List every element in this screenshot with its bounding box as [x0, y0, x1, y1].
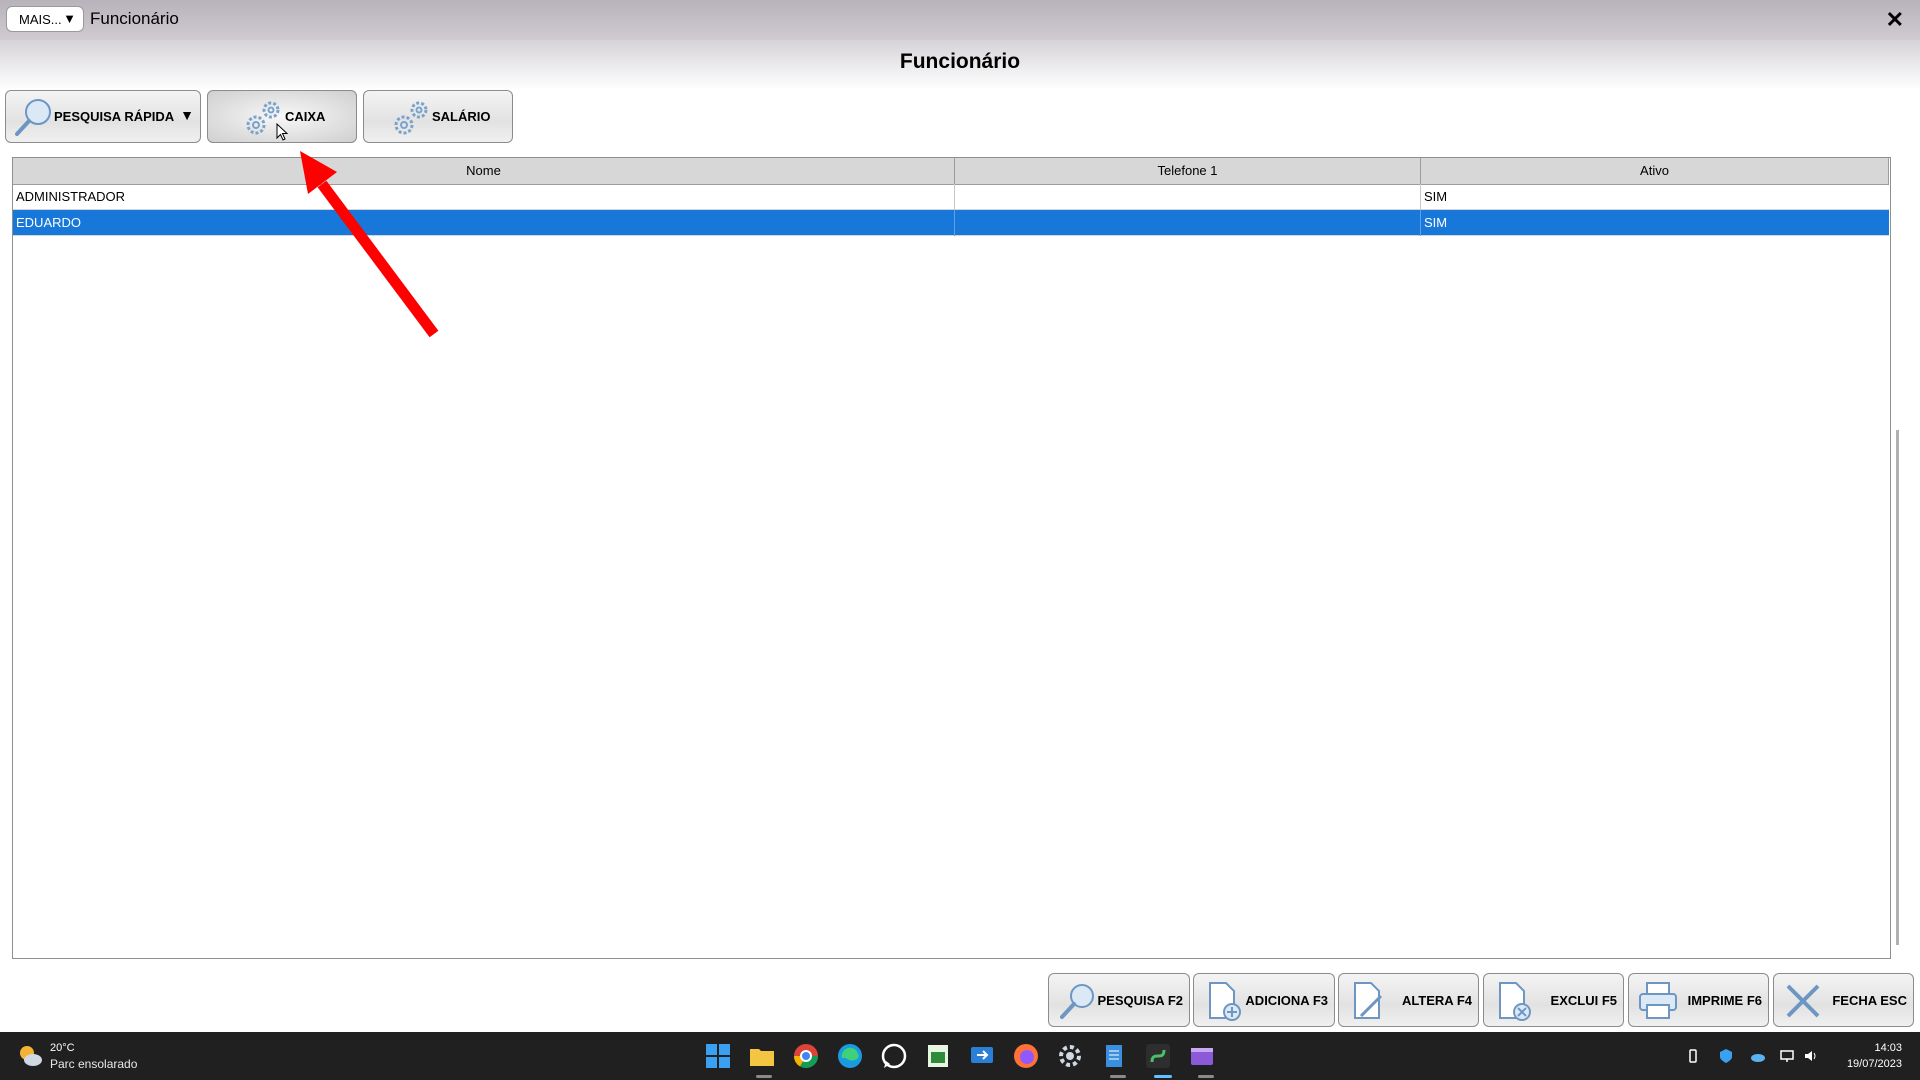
table-row-selected[interactable]: EDUARDO SIM [13, 210, 1889, 236]
remote-app-icon[interactable] [968, 1042, 996, 1070]
chevron-down-icon[interactable]: ▼ [180, 107, 194, 123]
more-menu-label: MAIS... [19, 11, 62, 27]
cloud-sync-icon[interactable] [1750, 1048, 1766, 1064]
network-icon[interactable] [1779, 1048, 1795, 1064]
pesquisa-button[interactable]: PESQUISA F2 [1048, 973, 1190, 1027]
close-icon[interactable]: ✕ [1886, 7, 1904, 33]
caixa-button[interactable]: CAIXA [207, 90, 357, 143]
column-header-telefone[interactable]: Telefone 1 [955, 158, 1421, 184]
notepad-icon[interactable] [1100, 1042, 1128, 1070]
window-title-bar: MAIS... ▼ Funcionário ✕ [0, 0, 1920, 40]
exclui-button[interactable]: EXCLUI F5 [1483, 973, 1624, 1027]
active-app-indicator [756, 1075, 772, 1078]
altera-label: ALTERA F4 [1401, 993, 1472, 1008]
cell-telefone [955, 210, 1421, 236]
adiciona-label: ADICIONA F3 [1245, 993, 1328, 1008]
pesquisa-label: PESQUISA F2 [1097, 993, 1183, 1008]
spreadsheet-icon[interactable] [924, 1042, 952, 1070]
quick-search-button[interactable]: PESQUISA RÁPIDA ▼ [5, 90, 201, 143]
page-title: Funcionário [899, 50, 1021, 73]
speaker-icon[interactable] [1803, 1048, 1819, 1064]
salario-button[interactable]: SALÁRIO [363, 90, 513, 143]
mouse-cursor-icon [276, 123, 289, 141]
clock-time: 14:03 [1874, 1042, 1902, 1054]
cell-telefone [955, 184, 1421, 210]
cell-nome: EDUARDO [13, 210, 955, 236]
employee-grid[interactable]: Nome Telefone 1 Ativo ADMINISTRADOR SIM … [12, 157, 1891, 959]
video-editor-icon[interactable] [1188, 1042, 1216, 1070]
imprime-button[interactable]: IMPRIME F6 [1628, 973, 1769, 1027]
salario-label: SALÁRIO [432, 109, 491, 124]
magnifier-icon [15, 99, 51, 136]
windows-start-icon[interactable] [704, 1042, 732, 1070]
whatsapp-icon[interactable] [880, 1042, 908, 1070]
erp-app-icon[interactable] [1144, 1042, 1172, 1070]
cell-nome: ADMINISTRADOR [13, 184, 955, 210]
settings-icon[interactable] [1056, 1042, 1084, 1070]
system-clock[interactable]: 14:03 19/07/2023 [1847, 1040, 1902, 1072]
security-shield-icon[interactable] [1718, 1048, 1734, 1064]
gears-icon [394, 101, 428, 135]
altera-button[interactable]: ALTERA F4 [1338, 973, 1479, 1027]
active-app-indicator [1154, 1075, 1172, 1078]
more-menu-button[interactable]: MAIS... ▼ [6, 6, 84, 32]
chrome-icon[interactable] [792, 1042, 820, 1070]
active-app-indicator [1198, 1075, 1214, 1078]
caixa-label: CAIXA [285, 109, 326, 124]
fecha-label: FECHA ESC [1832, 993, 1907, 1008]
edit-document-icon [1354, 982, 1383, 1019]
grid-header: Nome Telefone 1 Ativo [13, 158, 1889, 185]
weather-temperature: 20°C [50, 1042, 75, 1054]
magnifier-icon [1060, 984, 1094, 1019]
weather-condition: Parc ensolarado [50, 1057, 138, 1071]
clock-date: 19/07/2023 [1846, 1058, 1902, 1070]
usb-icon[interactable] [1685, 1048, 1701, 1064]
partly-sunny-icon [20, 1046, 42, 1066]
windows-taskbar: 20°C Parc ensolarado 14:03 19/07/2023 [0, 1032, 1920, 1080]
cell-ativo: SIM [1424, 215, 1448, 230]
window-title: Funcionário [90, 9, 179, 28]
firefox-icon[interactable] [1012, 1042, 1040, 1070]
imprime-label: IMPRIME F6 [1687, 993, 1762, 1008]
vertical-scrollbar[interactable] [1896, 430, 1899, 945]
printer-icon [1639, 982, 1677, 1019]
chevron-down-icon: ▼ [63, 11, 76, 26]
edge-icon[interactable] [836, 1042, 864, 1070]
exclui-label: EXCLUI F5 [1550, 993, 1617, 1008]
table-row[interactable]: ADMINISTRADOR SIM [13, 184, 1889, 210]
quick-search-label: PESQUISA RÁPIDA [54, 109, 175, 124]
fecha-button[interactable]: FECHA ESC [1773, 973, 1914, 1027]
close-icon [1786, 984, 1820, 1018]
cell-ativo: SIM [1424, 189, 1448, 204]
column-header-nome[interactable]: Nome [13, 158, 955, 184]
weather-widget[interactable]: 20°C Parc ensolarado [16, 1042, 137, 1075]
active-app-indicator [1110, 1075, 1126, 1078]
adiciona-button[interactable]: ADICIONA F3 [1193, 973, 1335, 1027]
add-document-icon [1209, 982, 1241, 1021]
column-header-ativo[interactable]: Ativo [1421, 158, 1889, 184]
delete-document-icon [1499, 982, 1531, 1021]
file-explorer-icon[interactable] [748, 1042, 776, 1070]
